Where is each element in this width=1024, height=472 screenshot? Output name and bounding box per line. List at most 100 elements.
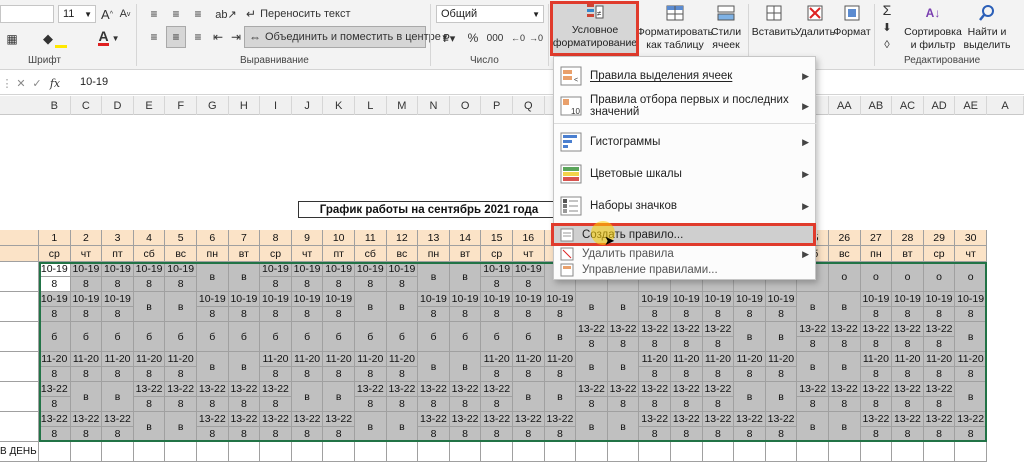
shift-hours-cell[interactable]: 8 [860, 337, 893, 352]
shift-status-cell[interactable]: в [355, 292, 387, 322]
column-header[interactable]: A [987, 96, 1024, 115]
shift-time-cell[interactable]: 11-20 [70, 352, 103, 367]
shift-time-cell[interactable]: 10-19 [39, 292, 71, 307]
shift-time-cell[interactable]: 10-19 [923, 292, 956, 307]
day-number-cell[interactable]: 28 [892, 230, 924, 246]
orientation-icon[interactable]: ab↗ [215, 6, 236, 22]
shift-time-cell[interactable]: 13-22 [291, 412, 324, 427]
menu-item-color-scales[interactable]: Цветовые шкалы ▶ [554, 159, 817, 189]
shift-time-cell[interactable]: 10-19 [323, 292, 355, 307]
shift-status-cell[interactable]: в [607, 412, 640, 442]
shift-time-cell[interactable]: 11-20 [355, 352, 387, 367]
shift-hours-cell[interactable]: 8 [260, 277, 292, 292]
shift-hours-cell[interactable]: 8 [197, 427, 229, 442]
footer-cell[interactable] [576, 442, 608, 462]
shift-status-cell[interactable]: в [576, 412, 608, 442]
shift-hours-cell[interactable]: 8 [323, 307, 355, 322]
shift-hours-cell[interactable]: 8 [449, 427, 482, 442]
shift-time-cell[interactable]: 13-22 [513, 412, 545, 427]
footer-cell[interactable] [39, 442, 71, 462]
row-label-cell[interactable] [0, 382, 39, 412]
shift-time-cell[interactable]: 13-22 [860, 382, 893, 397]
shift-hours-cell[interactable]: 8 [734, 427, 766, 442]
column-header[interactable]: C [71, 96, 103, 115]
day-number-cell[interactable]: 7 [228, 230, 261, 246]
shift-hours-cell[interactable]: 8 [260, 307, 292, 322]
shift-time-cell[interactable]: 13-22 [765, 412, 798, 427]
footer-cell[interactable] [70, 442, 103, 462]
column-header[interactable]: D [102, 96, 134, 115]
shift-status-cell[interactable]: в [197, 352, 229, 382]
shift-status-cell[interactable]: в [734, 382, 766, 412]
shift-status-cell[interactable]: в [829, 412, 861, 442]
footer-cell[interactable] [513, 442, 545, 462]
shift-hours-cell[interactable]: 8 [291, 427, 324, 442]
shift-hours-cell[interactable]: 8 [102, 427, 134, 442]
footer-cell[interactable] [892, 442, 924, 462]
find-select-button[interactable]: Найти и выделить [964, 2, 1011, 52]
shift-status-cell[interactable]: в [544, 322, 577, 352]
shift-time-cell[interactable]: 13-22 [228, 412, 261, 427]
shift-time-cell[interactable]: 10-19 [102, 262, 134, 277]
shift-hours-cell[interactable]: 8 [260, 397, 292, 412]
shift-hours-cell[interactable]: 8 [955, 367, 987, 382]
shift-time-cell[interactable]: 10-19 [102, 292, 134, 307]
shift-hours-cell[interactable]: 8 [734, 367, 766, 382]
column-header[interactable]: N [418, 96, 450, 115]
footer-cell[interactable] [923, 442, 956, 462]
shift-hours-cell[interactable]: 8 [923, 427, 956, 442]
shift-hours-cell[interactable]: 8 [39, 427, 71, 442]
insert-function-icon[interactable]: fx [46, 74, 64, 92]
weekday-cell[interactable]: пн [418, 246, 450, 262]
shift-time-cell[interactable]: 13-22 [892, 412, 924, 427]
shift-hours-cell[interactable]: 8 [671, 397, 703, 412]
shift-time-cell[interactable]: 10-19 [70, 292, 103, 307]
shift-time-cell[interactable]: 11-20 [260, 352, 292, 367]
shift-hours-cell[interactable]: 8 [228, 397, 261, 412]
shift-time-cell[interactable]: 10-19 [70, 262, 103, 277]
shift-hours-cell[interactable]: 8 [39, 277, 71, 292]
shift-hours-cell[interactable]: 8 [323, 367, 355, 382]
column-header[interactable]: AA [829, 96, 861, 115]
shift-hours-cell[interactable]: 8 [639, 427, 671, 442]
percent-button[interactable]: % [466, 30, 480, 46]
row-label-cell[interactable] [0, 412, 39, 442]
weekday-cell[interactable]: чт [513, 246, 545, 262]
shift-status-cell[interactable]: в [955, 382, 987, 412]
shift-time-cell[interactable]: 13-22 [449, 412, 482, 427]
shift-time-cell[interactable]: 10-19 [860, 292, 893, 307]
shift-status-cell[interactable]: в [165, 412, 197, 442]
shift-hours-cell[interactable]: 8 [418, 427, 450, 442]
shift-time-cell[interactable]: 10-19 [386, 262, 419, 277]
column-header[interactable]: B [39, 96, 71, 115]
day-number-cell[interactable]: 2 [70, 230, 103, 246]
shift-status-cell[interactable]: в [386, 292, 419, 322]
footer-cell[interactable] [386, 442, 419, 462]
shift-hours-cell[interactable]: 8 [70, 367, 103, 382]
shift-hours-cell[interactable]: 8 [481, 307, 513, 322]
shift-status-cell[interactable]: б [323, 322, 355, 352]
footer-cell[interactable] [829, 442, 861, 462]
day-number-cell[interactable]: 3 [102, 230, 134, 246]
shift-hours-cell[interactable]: 8 [639, 367, 671, 382]
shift-time-cell[interactable]: 10-19 [323, 262, 355, 277]
shift-time-cell[interactable]: 10-19 [39, 262, 71, 277]
weekday-cell[interactable]: сб [133, 246, 166, 262]
fill-color-icon[interactable]: ◆ [40, 30, 70, 48]
shift-status-cell[interactable]: в [607, 292, 640, 322]
shift-status-cell[interactable]: б [513, 322, 545, 352]
shift-hours-cell[interactable]: 8 [955, 307, 987, 322]
shift-hours-cell[interactable]: 8 [923, 397, 956, 412]
shift-hours-cell[interactable]: 8 [860, 307, 893, 322]
shift-hours-cell[interactable]: 8 [102, 307, 134, 322]
shift-hours-cell[interactable]: 8 [671, 367, 703, 382]
shift-status-cell[interactable]: б [481, 322, 513, 352]
shift-status-cell[interactable]: в [418, 262, 450, 292]
shift-time-cell[interactable]: 10-19 [765, 292, 798, 307]
shift-time-cell[interactable]: 13-22 [323, 412, 355, 427]
align-bottom-icon[interactable]: ≡ [190, 6, 206, 22]
shift-time-cell[interactable]: 10-19 [734, 292, 766, 307]
shift-hours-cell[interactable]: 8 [481, 367, 513, 382]
shift-time-cell[interactable]: 13-22 [671, 412, 703, 427]
shift-time-cell[interactable]: 13-22 [639, 382, 671, 397]
